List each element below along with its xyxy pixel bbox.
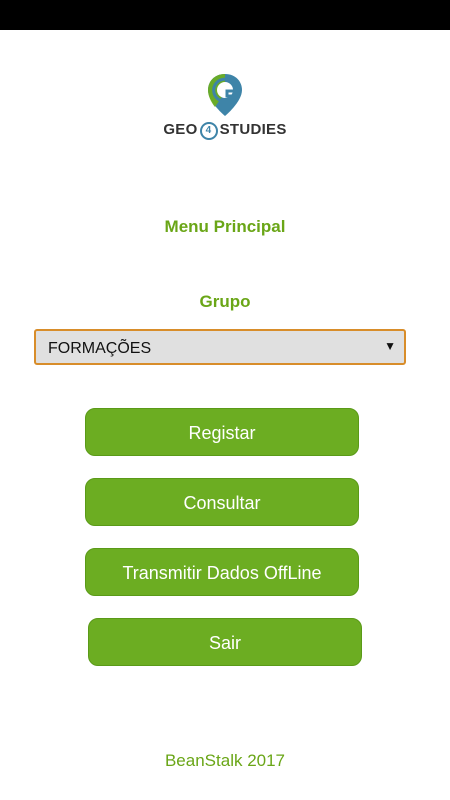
exit-button[interactable]: Sair [88,618,362,666]
transmit-offline-data-button[interactable]: Transmitir Dados OffLine [85,548,359,596]
group-label: Grupo [199,292,251,311]
dropdown-arrow-icon: ▼ [384,339,396,353]
group-select-value: FORMAÇÕES [48,340,152,357]
group-select[interactable]: FORMAÇÕES ▼ [34,329,406,365]
logo-digit-badge: 4 [199,122,218,140]
logo-wordmark: GEO 4 STUDIES [150,121,300,140]
footer-text: BeanStalk 2017 [164,751,286,770]
status-bar [0,0,450,30]
map-pin-g-icon [208,74,242,116]
register-button[interactable]: Registar [85,408,359,456]
menu-title: Menu Principal [164,217,286,236]
app-logo: GEO 4 STUDIES [150,72,300,142]
consult-button[interactable]: Consultar [85,478,359,526]
logo-text-geo: GEO [163,121,198,138]
logo-text-studies: STUDIES [219,121,287,138]
